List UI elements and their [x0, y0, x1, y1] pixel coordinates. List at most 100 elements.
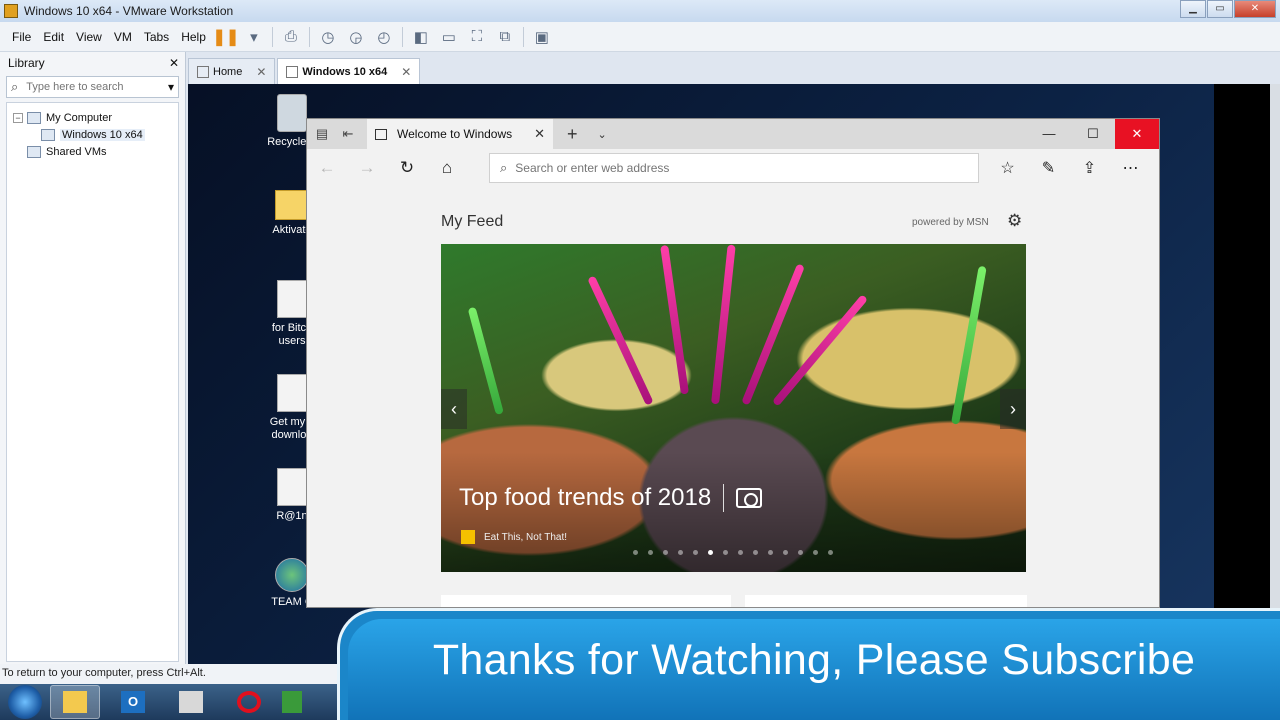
edge-window-controls: — ☐ ✕ — [1027, 119, 1159, 149]
carousel-dot[interactable] — [783, 550, 788, 555]
carrot-top-graphic — [951, 265, 987, 425]
forward-arrow-icon[interactable]: → — [347, 158, 387, 178]
folder-icon — [275, 190, 309, 220]
menu-edit[interactable]: Edit — [37, 30, 70, 44]
edge-minimize-button[interactable]: — — [1027, 119, 1071, 149]
address-input[interactable] — [515, 161, 936, 175]
favorites-icon[interactable]: ☆ — [987, 158, 1028, 178]
tab-home[interactable]: Home ✕ — [188, 58, 276, 84]
carousel-dot[interactable] — [663, 550, 668, 555]
menu-vm[interactable]: VM — [108, 30, 138, 44]
feed-card[interactable] — [441, 595, 731, 607]
edge-close-button[interactable]: ✕ — [1115, 119, 1159, 149]
menu-tabs[interactable]: Tabs — [138, 30, 175, 44]
start-button[interactable] — [8, 685, 42, 719]
document-icon — [277, 468, 307, 506]
hero-source[interactable]: Eat This, Not That! — [461, 530, 567, 544]
close-tab-icon[interactable]: ✕ — [256, 65, 266, 79]
menu-help[interactable]: Help — [175, 30, 212, 44]
dropdown-arrow-icon[interactable]: ▾ — [243, 26, 265, 48]
taskbar-tool[interactable] — [166, 685, 216, 719]
new-tab-icon[interactable]: + — [567, 124, 578, 145]
home-icon[interactable]: ⌂ — [427, 158, 467, 178]
gear-icon[interactable]: ⚙ — [1007, 211, 1022, 231]
library-header: Library ✕ — [0, 52, 185, 74]
carousel-dot[interactable] — [708, 550, 713, 555]
carousel-dot[interactable] — [798, 550, 803, 555]
edge-tab-bar: ▤ ⇤ Welcome to Windows ✕ + ⌄ — ☐ ✕ — [307, 119, 1159, 149]
collapse-icon[interactable]: − — [13, 112, 23, 123]
app-icon — [282, 691, 302, 713]
library-search-input[interactable] — [26, 81, 168, 93]
document-icon — [277, 280, 307, 318]
carousel-dot[interactable] — [753, 550, 758, 555]
source-logo-icon — [461, 530, 475, 544]
page-icon — [375, 128, 387, 140]
carousel-dot[interactable] — [648, 550, 653, 555]
snapshot-manager-icon[interactable]: ◴ — [373, 26, 395, 48]
hero-caption[interactable]: Top food trends of 2018 — [459, 484, 763, 512]
hero-carousel[interactable]: ‹ › Top food trends of 2018 Eat This, No… — [441, 244, 1026, 572]
taskbar-app[interactable] — [282, 685, 302, 719]
chevron-down-icon[interactable]: ▾ — [168, 80, 174, 94]
send-keys-icon[interactable]: ⎙ — [280, 26, 302, 48]
menu-view[interactable]: View — [70, 30, 108, 44]
close-tab-icon[interactable]: ✕ — [401, 65, 411, 79]
search-icon: ⌕ — [11, 79, 19, 94]
taskbar-explorer[interactable] — [50, 685, 100, 719]
carousel-next-button[interactable]: › — [1000, 389, 1026, 429]
carousel-dot[interactable] — [633, 550, 638, 555]
pause-icon[interactable]: ❚❚ — [212, 26, 239, 48]
carousel-dot[interactable] — [723, 550, 728, 555]
taskbar-opera[interactable] — [224, 685, 274, 719]
minimize-button[interactable]: ▁ — [1180, 0, 1206, 18]
caption-divider — [723, 484, 725, 512]
carousel-dot[interactable] — [693, 550, 698, 555]
beet-stem-graphic — [711, 244, 736, 405]
fullscreen-icon[interactable]: ⛶ — [466, 26, 488, 48]
maximize-button[interactable]: ▭ — [1207, 0, 1233, 18]
pen-icon[interactable]: ✎ — [1028, 158, 1069, 178]
globe-icon — [275, 558, 309, 592]
feed-card[interactable] — [745, 595, 1027, 607]
close-tab-icon[interactable]: ✕ — [534, 126, 545, 142]
library-title: Library — [8, 56, 45, 70]
tree-item-my-computer[interactable]: − My Computer — [7, 109, 178, 126]
guest-scroll-edge — [1270, 84, 1280, 664]
sidebar-view-icon[interactable]: ◧ — [410, 26, 432, 48]
share-icon[interactable]: ⇪ — [1069, 158, 1110, 178]
carousel-prev-button[interactable]: ‹ — [441, 389, 467, 429]
menu-file[interactable]: File — [6, 30, 37, 44]
recycle-bin-icon — [277, 94, 307, 132]
refresh-icon[interactable]: ↻ — [387, 158, 427, 178]
close-button[interactable]: ✕ — [1234, 0, 1276, 18]
carousel-dot[interactable] — [678, 550, 683, 555]
thumbnail-view-icon[interactable]: ▭ — [438, 26, 460, 48]
outlook-icon: O — [121, 691, 145, 713]
carousel-dot[interactable] — [813, 550, 818, 555]
hero-source-name: Eat This, Not That! — [484, 531, 568, 543]
set-aside-tabs-icon[interactable]: ⇤ — [337, 126, 359, 142]
more-icon[interactable]: ⋯ — [1110, 158, 1151, 178]
address-bar[interactable]: ⌕ — [489, 153, 979, 183]
carousel-dot[interactable] — [768, 550, 773, 555]
tab-preview-icon[interactable]: ▤ — [311, 126, 333, 142]
carousel-dot[interactable] — [828, 550, 833, 555]
taskbar-outlook[interactable]: O — [108, 685, 158, 719]
carrot-top-graphic — [467, 306, 504, 416]
tree-item-shared-vms[interactable]: Shared VMs — [7, 143, 178, 160]
console-view-icon[interactable]: ▣ — [531, 26, 553, 48]
tab-windows-10[interactable]: Windows 10 x64 ✕ — [277, 58, 421, 84]
unity-icon[interactable]: ⧉ — [494, 26, 516, 48]
tree-item-vm[interactable]: Windows 10 x64 — [7, 126, 178, 143]
revert-snapshot-icon[interactable]: ◶ — [345, 26, 367, 48]
back-arrow-icon[interactable]: ← — [307, 158, 347, 178]
edge-maximize-button[interactable]: ☐ — [1071, 119, 1115, 149]
snapshot-icon[interactable]: ◷ — [317, 26, 339, 48]
edge-toolbar-right: ☆ ✎ ⇪ ⋯ — [987, 149, 1151, 187]
desktop-icon-label: R@1n — [276, 510, 308, 522]
carousel-dot[interactable] — [738, 550, 743, 555]
chevron-down-icon[interactable]: ⌄ — [598, 128, 607, 141]
edge-tab-welcome[interactable]: Welcome to Windows ✕ — [367, 119, 553, 149]
close-library-icon[interactable]: ✕ — [169, 56, 179, 70]
